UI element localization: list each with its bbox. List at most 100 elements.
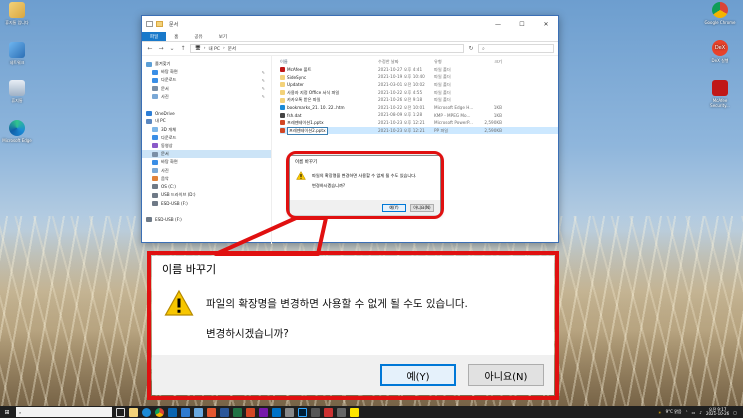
back-arrow-icon[interactable]: ← xyxy=(146,45,154,52)
tab-view[interactable]: 보기 xyxy=(211,32,235,41)
sidebar-item[interactable]: 문서 ✎ xyxy=(142,85,271,93)
onenote-icon[interactable] xyxy=(259,407,268,417)
file-row[interactable]: fsh.dat 2021-08-09 오후 1:28 KMP - MPEG Mo..… xyxy=(280,112,558,120)
desktop-icon-recycle-bin[interactable]: 휴지통 xyxy=(0,80,34,103)
close-button[interactable]: ✕ xyxy=(534,16,558,32)
tray-chevron-icon[interactable]: ˄ xyxy=(686,410,688,415)
photos-icon[interactable] xyxy=(194,407,203,417)
properties-icon[interactable] xyxy=(146,21,153,27)
network-icon[interactable]: ▭ xyxy=(692,410,696,415)
word-icon[interactable] xyxy=(220,407,229,417)
sidebar-item[interactable] xyxy=(142,101,271,109)
app-icon[interactable] xyxy=(324,407,333,417)
clock-date: 2021-10-26 xyxy=(705,411,730,416)
sidebar-item[interactable]: 바탕 화면 ✎ xyxy=(142,68,271,76)
task-view-icon[interactable] xyxy=(116,407,125,417)
file-row[interactable]: McAfee 볼트 2021-10-27 오후 4:41 파일 폴더 xyxy=(280,66,558,74)
breadcrumb-documents[interactable]: 문서 xyxy=(228,46,236,52)
sidebar-item[interactable]: 즐겨찾기 xyxy=(142,60,271,68)
minimize-button[interactable]: — xyxy=(486,16,510,32)
breadcrumb-this-pc[interactable]: 내 PC xyxy=(209,46,220,52)
no-button-large[interactable]: 아니요(N) xyxy=(468,364,544,386)
sidebar-item[interactable]: 문서 xyxy=(142,150,271,159)
desktop-icon-dex[interactable]: DeX DeX 실행 xyxy=(703,40,737,63)
file-row[interactable]: Updater 2021-03-01 오전 10:02 파일 폴더 xyxy=(280,81,558,89)
weather-icon[interactable]: ☀ xyxy=(658,410,662,415)
column-type[interactable]: 유형 xyxy=(434,59,476,65)
address-path[interactable]: 🖥 › 내 PC › 문서 xyxy=(190,44,464,53)
desktop-icon-mcafee[interactable]: McAfee Security... xyxy=(703,80,737,108)
sidebar-item[interactable]: USB 드라이브 (D:) xyxy=(142,191,271,199)
pin-icon[interactable]: ✎ xyxy=(262,78,265,83)
sidebar-item-label: 바탕 화면 xyxy=(161,69,178,75)
photoshop-icon[interactable] xyxy=(298,407,307,417)
excel-icon[interactable] xyxy=(233,407,242,417)
search-box[interactable]: ⌕ xyxy=(478,44,554,53)
sidebar-item[interactable]: 다운로드 xyxy=(142,134,271,142)
sidebar-item[interactable]: OS (C:) xyxy=(142,183,271,191)
window-titlebar[interactable]: 문서 — ☐ ✕ xyxy=(142,16,558,32)
sidebar-item[interactable]: 사진 xyxy=(142,166,271,174)
file-date-cell: 2021-10-19 오후 10:40 xyxy=(378,74,425,80)
outlook-icon[interactable] xyxy=(272,407,281,417)
sidebar-item[interactable]: 내 PC xyxy=(142,117,271,125)
desktop-icon-user[interactable]: 휴지통 입니다 xyxy=(0,2,34,25)
store-icon[interactable] xyxy=(168,407,177,417)
tab-home[interactable]: 홈 xyxy=(166,32,186,41)
refresh-icon[interactable]: ↻ xyxy=(467,45,475,52)
sidebar-item[interactable]: 음악 xyxy=(142,175,271,183)
sidebar-item[interactable]: ESD-USB (F:) xyxy=(142,199,271,207)
notification-icon[interactable]: ▢ xyxy=(733,410,737,415)
up-arrow-icon[interactable]: ↑ xyxy=(179,45,187,52)
pin-icon[interactable]: ✎ xyxy=(262,70,265,75)
tab-share[interactable]: 공유 xyxy=(186,32,210,41)
rename-input[interactable]: 프레젠테이션2.pptx xyxy=(287,126,328,135)
column-name[interactable]: 이름 xyxy=(280,59,378,65)
desktop-icon-network[interactable]: 네트워크 xyxy=(0,42,34,65)
sidebar-item[interactable] xyxy=(142,207,271,215)
tab-file[interactable]: 파일 xyxy=(142,32,167,41)
clock[interactable]: 오전 9:17 2021-10-26 xyxy=(705,407,730,417)
sidebar-item[interactable]: ESD-USB (F:) xyxy=(142,216,271,224)
pin-icon[interactable]: ✎ xyxy=(262,94,265,99)
volume-icon[interactable]: ♪ xyxy=(699,410,702,415)
maximize-button[interactable]: ☐ xyxy=(510,16,534,32)
file-row[interactable]: SideSync 2021-10-19 오후 10:40 파일 폴더 xyxy=(280,74,558,82)
sidebar-item-label: USB 드라이브 (D:) xyxy=(161,192,196,198)
column-size[interactable]: 크기 xyxy=(476,59,502,65)
app-icon[interactable] xyxy=(337,407,346,417)
app-icon[interactable] xyxy=(207,407,216,417)
network-icon xyxy=(9,42,25,58)
file-row[interactable]: 프레젠테이션2.pptx 2021-10-23 오후 12:21 PP 파일 2,59… xyxy=(280,126,558,135)
pin-icon[interactable]: ✎ xyxy=(262,86,265,91)
rename-dialog-zoomed: 이름 바꾸기 파일의 확장명을 변경하면 사용할 수 없게 될 수도 있습니다.… xyxy=(152,256,554,395)
sidebar-item[interactable]: 바탕 화면 xyxy=(142,158,271,166)
powerpoint-icon[interactable] xyxy=(246,407,255,417)
kakaotalk-icon[interactable] xyxy=(350,407,359,417)
file-type-cell: Microsoft Edge H... xyxy=(434,105,474,111)
chrome-icon[interactable] xyxy=(155,407,164,417)
sidebar-item[interactable]: 동영상 xyxy=(142,142,271,150)
edge-icon[interactable] xyxy=(142,407,151,417)
forward-arrow-icon[interactable]: → xyxy=(157,45,165,52)
column-date[interactable]: 수정한 날짜 xyxy=(378,59,434,65)
windows-start-icon[interactable]: ⊞ xyxy=(0,409,14,416)
weather-text[interactable]: 9°C 맑음 xyxy=(666,409,682,415)
sidebar-item[interactable]: 3D 개체 xyxy=(142,126,271,134)
sidebar-item[interactable]: 사진 ✎ xyxy=(142,93,271,101)
desktop-icon-chrome[interactable]: Google Chrome xyxy=(703,2,737,25)
desktop-icon-edge[interactable]: Microsoft Edge xyxy=(0,120,34,143)
new-folder-icon[interactable] xyxy=(156,21,163,27)
file-explorer-icon[interactable] xyxy=(129,407,138,417)
file-row[interactable]: 사용자 지정 Office 서식 파일 2021-10-22 오후 4:55 파일 … xyxy=(280,89,558,97)
yes-button-large[interactable]: 예(Y) xyxy=(380,364,456,386)
file-row[interactable]: 카카오톡 받은 파일 2021-10-26 오전 9:18 파일 폴더 xyxy=(280,96,558,104)
app-icon[interactable] xyxy=(285,407,294,417)
taskbar-search[interactable]: ⌕ xyxy=(16,407,112,417)
mail-icon[interactable] xyxy=(181,407,190,417)
sidebar-item[interactable]: 다운로드 ✎ xyxy=(142,76,271,84)
sidebar-item[interactable]: OneDrive xyxy=(142,109,271,117)
app-icon[interactable] xyxy=(311,407,320,417)
recent-chevron-icon[interactable]: ⌄ xyxy=(168,45,176,52)
file-row[interactable]: bookmarks_21. 10. 22..htm 2021-10-22 오전 1… xyxy=(280,104,558,112)
